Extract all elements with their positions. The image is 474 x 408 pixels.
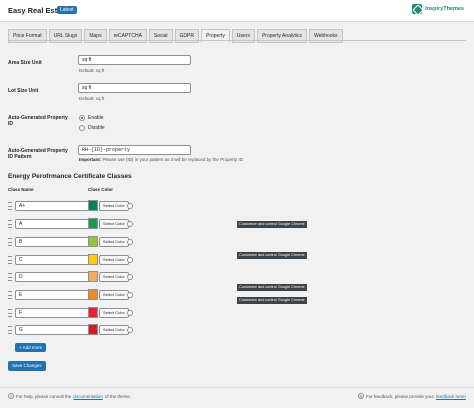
id-pattern-input[interactable]: RH-{ID}-property	[78, 145, 191, 155]
important-label: Important:	[79, 157, 102, 162]
color-swatch[interactable]	[88, 200, 98, 211]
remove-class-icon[interactable]	[127, 310, 133, 316]
energy-class-row: G Select Color	[8, 324, 338, 336]
id-pattern-help-text: Please use {ID} in your pattern as it wi…	[102, 157, 245, 162]
tooltip-1: Customize and control Google Chrome	[237, 221, 307, 228]
drag-handle-icon[interactable]	[8, 309, 12, 317]
remove-class-icon[interactable]	[127, 257, 133, 263]
disable-radio-label: Disable	[88, 125, 105, 131]
energy-class-row: B Select Color	[8, 236, 338, 248]
energy-class-row: F Select Color	[8, 307, 338, 319]
remove-class-icon[interactable]	[127, 292, 133, 298]
color-swatch[interactable]	[88, 218, 98, 229]
footer-feedback-pre: For feedback, please provide your	[366, 393, 435, 399]
color-swatch[interactable]	[88, 254, 98, 265]
area-size-label: Area Size Unit	[8, 60, 42, 66]
select-color-button[interactable]: Select Color	[99, 290, 129, 300]
class-name-input[interactable]: G	[15, 325, 91, 335]
select-color-button[interactable]: Select Color	[99, 237, 129, 247]
help-icon: ?	[8, 393, 14, 399]
class-name-header: Class Name	[8, 187, 34, 192]
drag-handle-icon[interactable]	[8, 326, 12, 334]
class-name-input[interactable]: D	[15, 272, 91, 282]
auto-id-disable-option[interactable]: Disable	[79, 125, 105, 131]
tabs-divider	[8, 40, 466, 41]
auto-id-enable-option[interactable]: Enable	[79, 115, 104, 121]
version-badge: Latest	[57, 6, 77, 14]
energy-classes-title: Energy Perofrmance Certificate Classes	[8, 173, 132, 180]
plugin-header: Easy Real Estate Latest InspiryThemes	[0, 0, 474, 22]
class-name-input[interactable]: A+	[15, 201, 91, 211]
tooltip-4: Customize and control Google Chrome	[237, 297, 307, 304]
id-pattern-label: Auto-Generated Property ID Pattern	[8, 148, 68, 160]
tooltip-3: Customize and control Google Chrome	[237, 284, 307, 291]
color-swatch[interactable]	[88, 307, 98, 318]
drag-handle-icon[interactable]	[8, 220, 12, 228]
color-swatch[interactable]	[88, 289, 98, 300]
remove-class-icon[interactable]	[127, 221, 133, 227]
select-color-button[interactable]: Select Color	[99, 325, 129, 335]
remove-class-icon[interactable]	[127, 274, 133, 280]
color-swatch[interactable]	[88, 271, 98, 282]
enable-radio[interactable]	[79, 115, 85, 121]
lot-size-help: Default: sq ft	[79, 96, 105, 101]
drag-handle-icon[interactable]	[8, 202, 12, 210]
area-size-input[interactable]: sq ft	[78, 55, 191, 65]
footer-help: ? For help, please consult the documenta…	[8, 393, 131, 399]
color-swatch[interactable]	[88, 236, 98, 247]
documentation-link[interactable]: documentation	[73, 394, 103, 399]
energy-class-row: D Select Color	[8, 271, 338, 283]
select-color-button[interactable]: Select Color	[99, 272, 129, 282]
class-color-header: Class Color	[88, 187, 114, 192]
remove-class-icon[interactable]	[127, 239, 133, 245]
enable-radio-label: Enable	[88, 115, 104, 121]
tooltip-2: Customize and control Google Chrome	[237, 252, 307, 259]
select-color-button[interactable]: Select Color	[99, 255, 129, 265]
brand-logo-link[interactable]: InspiryThemes	[412, 4, 464, 14]
inspiry-logo-icon	[412, 4, 423, 14]
footer-divider	[0, 387, 474, 388]
brand-name: InspiryThemes	[425, 6, 464, 12]
drag-handle-icon[interactable]	[8, 291, 12, 299]
select-color-button[interactable]: Select Color	[99, 219, 129, 229]
id-pattern-help: Important: Please use {ID} in your patte…	[79, 157, 244, 162]
disable-radio[interactable]	[79, 125, 85, 131]
drag-handle-icon[interactable]	[8, 273, 12, 281]
class-name-input[interactable]: C	[15, 255, 91, 265]
color-swatch[interactable]	[88, 324, 98, 335]
save-changes-button[interactable]: Save Changes	[8, 361, 46, 371]
select-color-button[interactable]: Select Color	[99, 308, 129, 318]
drag-handle-icon[interactable]	[8, 256, 12, 264]
remove-class-icon[interactable]	[127, 327, 133, 333]
class-name-input[interactable]: B	[15, 237, 91, 247]
class-name-input[interactable]: E	[15, 290, 91, 300]
class-name-input[interactable]: F	[15, 308, 91, 318]
remove-class-icon[interactable]	[127, 203, 133, 209]
feedback-icon: ✎	[358, 393, 364, 399]
footer-feedback: ✎ For feedback, please provide your feed…	[358, 393, 466, 399]
area-size-help: Default: sq ft	[79, 68, 105, 73]
footer-help-post: of the theme.	[104, 393, 132, 399]
energy-class-row: A+ Select Color	[8, 200, 338, 212]
footer-help-pre: For help, please consult the	[16, 393, 72, 399]
lot-size-input[interactable]: sq ft	[78, 83, 191, 93]
class-name-input[interactable]: A	[15, 219, 91, 229]
lot-size-label: Lot Size Unit	[8, 88, 39, 94]
drag-handle-icon[interactable]	[8, 238, 12, 246]
add-more-button[interactable]: + Add more	[15, 343, 47, 352]
select-color-button[interactable]: Select Color	[99, 201, 129, 211]
feedback-link[interactable]: feedback here!	[436, 394, 466, 399]
auto-id-label: Auto-Generated Property ID	[8, 115, 68, 127]
